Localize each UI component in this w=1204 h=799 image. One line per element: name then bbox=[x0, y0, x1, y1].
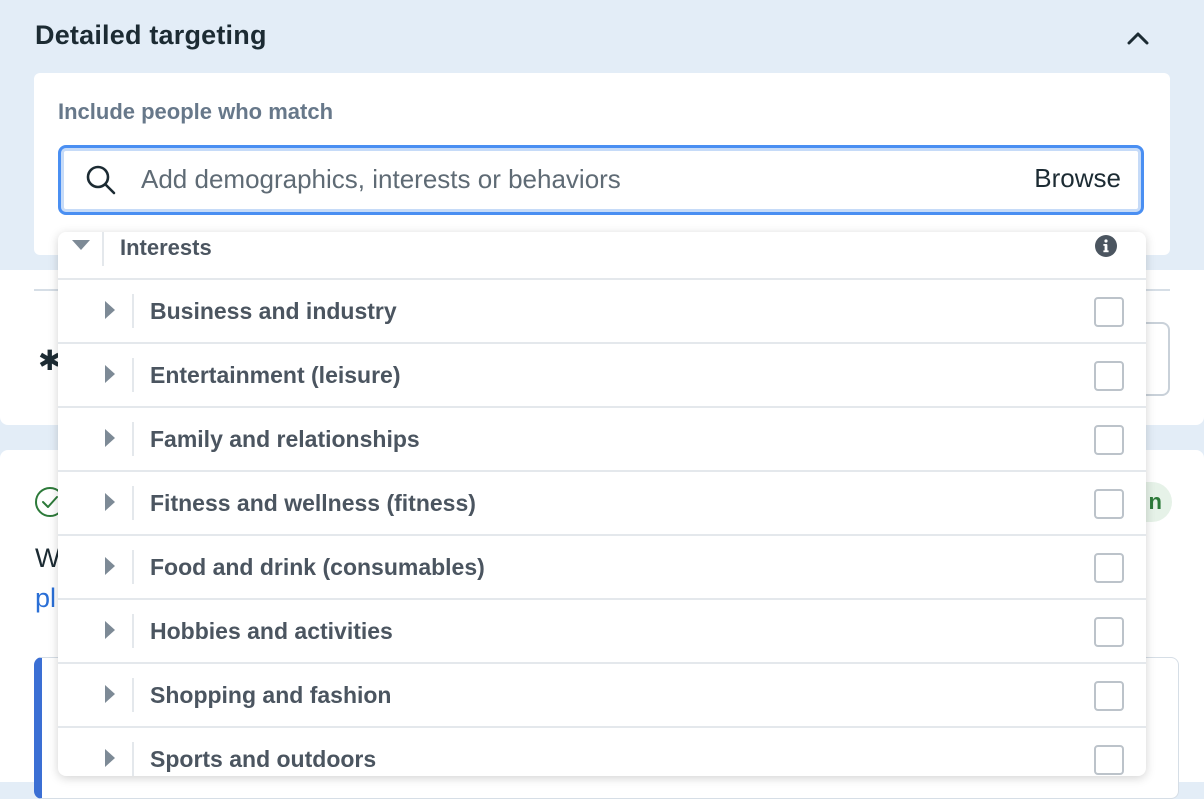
interests-dropdown: Interests Business and industry Entertai… bbox=[58, 232, 1146, 776]
section-title: Detailed targeting bbox=[35, 20, 267, 50]
item-label: Entertainment (leisure) bbox=[150, 362, 401, 388]
chevron-up-icon bbox=[1127, 32, 1149, 45]
caret-right-icon[interactable] bbox=[105, 685, 115, 703]
caret-right-icon[interactable] bbox=[105, 429, 115, 447]
item-label: Fitness and wellness (fitness) bbox=[150, 490, 476, 516]
list-item[interactable]: Sports and outdoors bbox=[58, 728, 1146, 776]
caret-right-icon[interactable] bbox=[105, 621, 115, 639]
interests-header-label: Interests bbox=[120, 235, 212, 260]
search-icon bbox=[86, 165, 116, 195]
row-separator bbox=[132, 678, 134, 712]
background-link[interactable]: pl bbox=[35, 583, 56, 614]
list-item[interactable]: Fitness and wellness (fitness) bbox=[58, 472, 1146, 536]
include-label: Include people who match bbox=[58, 99, 334, 124]
caret-right-icon[interactable] bbox=[105, 557, 115, 575]
item-label: Sports and outdoors bbox=[150, 746, 377, 772]
item-checkbox[interactable] bbox=[1094, 297, 1124, 327]
background-text: W bbox=[35, 543, 61, 573]
row-separator bbox=[132, 358, 134, 392]
list-item[interactable]: Shopping and fashion bbox=[58, 664, 1146, 728]
caret-right-icon[interactable] bbox=[105, 365, 115, 383]
search-input[interactable] bbox=[139, 158, 1003, 200]
interests-header[interactable]: Interests bbox=[58, 232, 1146, 280]
header-separator bbox=[102, 232, 104, 266]
row-separator bbox=[132, 742, 134, 776]
info-icon[interactable] bbox=[1094, 234, 1118, 258]
item-label: Business and industry bbox=[150, 298, 397, 324]
collapse-button[interactable] bbox=[1118, 20, 1158, 56]
caret-down-icon[interactable] bbox=[72, 240, 90, 250]
row-separator bbox=[132, 422, 134, 456]
row-separator bbox=[132, 550, 134, 584]
item-label: Hobbies and activities bbox=[150, 618, 393, 644]
caret-right-icon[interactable] bbox=[105, 749, 115, 767]
row-separator bbox=[132, 486, 134, 520]
item-checkbox[interactable] bbox=[1094, 425, 1124, 455]
item-checkbox[interactable] bbox=[1094, 361, 1124, 391]
item-checkbox[interactable] bbox=[1094, 489, 1124, 519]
item-checkbox[interactable] bbox=[1094, 553, 1124, 583]
list-item[interactable]: Hobbies and activities bbox=[58, 600, 1146, 664]
item-checkbox[interactable] bbox=[1094, 617, 1124, 647]
item-label: Shopping and fashion bbox=[150, 682, 392, 708]
item-label: Food and drink (consumables) bbox=[150, 554, 485, 580]
list-item[interactable]: Food and drink (consumables) bbox=[58, 536, 1146, 600]
search-box[interactable]: Browse bbox=[58, 145, 1144, 215]
browse-button[interactable]: Browse bbox=[1034, 163, 1121, 194]
item-label: Family and relationships bbox=[150, 426, 420, 452]
list-item[interactable]: Business and industry bbox=[58, 280, 1146, 344]
item-checkbox[interactable] bbox=[1094, 681, 1124, 711]
row-separator bbox=[132, 294, 134, 328]
caret-right-icon[interactable] bbox=[105, 493, 115, 511]
caret-right-icon[interactable] bbox=[105, 301, 115, 319]
list-item[interactable]: Entertainment (leisure) bbox=[58, 344, 1146, 408]
list-item[interactable]: Family and relationships bbox=[58, 408, 1146, 472]
item-checkbox[interactable] bbox=[1094, 745, 1124, 775]
row-separator bbox=[132, 614, 134, 648]
